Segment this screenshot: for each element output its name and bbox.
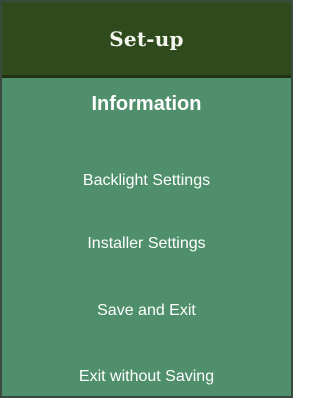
menu-item-installer-settings[interactable]: Installer Settings: [2, 235, 291, 253]
menu-item-information[interactable]: Information: [2, 93, 291, 116]
setup-menu-screen: Set-up Information Backlight Settings In…: [0, 0, 293, 398]
menu-item-backlight-settings[interactable]: Backlight Settings: [2, 172, 291, 190]
menu-item-exit-without-saving[interactable]: Exit without Saving: [2, 368, 291, 386]
menu-list: Information Backlight Settings Installer…: [2, 78, 291, 396]
menu-header: Set-up: [2, 2, 291, 78]
menu-item-save-and-exit[interactable]: Save and Exit: [2, 302, 291, 320]
menu-title: Set-up: [109, 26, 184, 51]
